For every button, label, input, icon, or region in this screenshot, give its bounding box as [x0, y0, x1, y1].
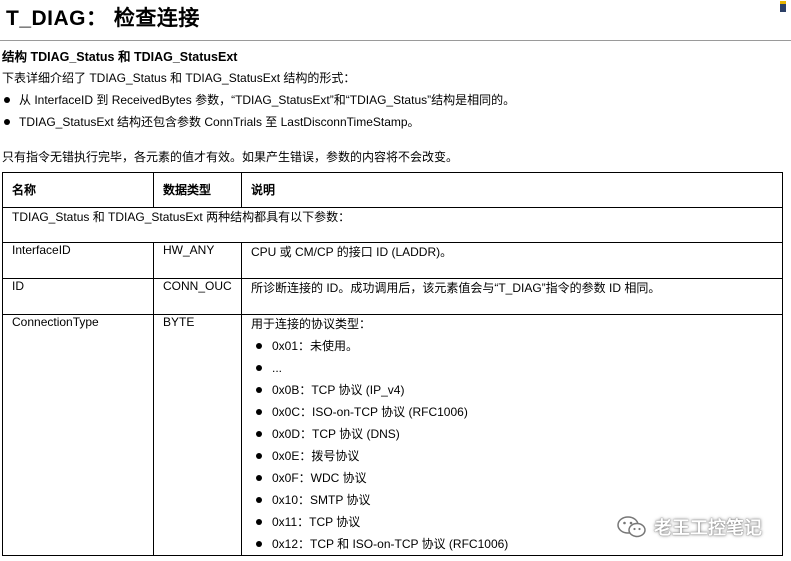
list-item-text: 0x11：TCP 协议 — [272, 515, 361, 529]
list-item: 0x0E：拨号协议 — [251, 445, 782, 467]
bullet-icon — [256, 343, 262, 350]
list-item-text: 0x0B：TCP 协议 (IP_v4) — [272, 383, 405, 397]
watermark-text: 老王工控笔记 — [654, 518, 762, 538]
table-row: InterfaceID HW_ANY CPU 或 CM/CP 的接口 ID (L… — [2, 242, 783, 279]
list-item-text: 0x0D：TCP 协议 (DNS) — [272, 427, 400, 441]
list-item: ... — [251, 357, 782, 379]
list-item: 0x0B：TCP 协议 (IP_v4) — [251, 379, 782, 401]
watermark: 老王工控笔记 — [616, 509, 762, 545]
cell-description: 所诊断连接的 ID。成功调用后，该元素值会与“T_DIAG”指令的参数 ID 相… — [241, 278, 783, 315]
table-row: TDIAG_Status 和 TDIAG_StatusExt 两种结构都具有以下… — [2, 207, 783, 243]
cell-description: CPU 或 CM/CP 的接口 ID (LADDR)。 — [241, 242, 783, 279]
bullet-icon — [256, 541, 262, 548]
cell-name: InterfaceID — [2, 242, 154, 279]
table-header-row: 名称 数据类型 说明 — [2, 172, 783, 208]
bullet-item: 从 InterfaceID 到 ReceivedBytes 参数，“TDIAG_… — [2, 91, 515, 108]
cell-name: ConnectionType — [2, 314, 154, 556]
bullet-icon — [256, 475, 262, 482]
span-row-cell: TDIAG_Status 和 TDIAG_StatusExt 两种结构都具有以下… — [2, 207, 783, 243]
bullet-icon — [4, 119, 10, 126]
title-divider — [0, 40, 791, 41]
bullet-icon — [256, 409, 262, 416]
bullet-text: TDIAG_StatusExt 结构还包含参数 ConnTrials 至 Las… — [19, 115, 420, 129]
bullet-item: TDIAG_StatusExt 结构还包含参数 ConnTrials 至 Las… — [2, 113, 420, 130]
list-item-text: 0x01：未使用。 — [272, 339, 359, 353]
list-item: 0x10：SMTP 协议 — [251, 489, 782, 511]
column-header-description: 说明 — [241, 172, 783, 208]
connection-type-intro: 用于连接的协议类型： — [251, 317, 372, 331]
column-header-name: 名称 — [2, 172, 154, 208]
intro-text: 下表详细介绍了 TDIAG_Status 和 TDIAG_StatusExt 结… — [2, 71, 356, 85]
bullet-icon — [256, 431, 262, 438]
scrollbar-thumb[interactable] — [780, 1, 786, 12]
bullet-icon — [256, 365, 262, 372]
cell-type: HW_ANY — [153, 242, 242, 279]
list-item-text: 0x10：SMTP 协议 — [272, 493, 371, 507]
list-item: 0x0C：ISO-on-TCP 协议 (RFC1006) — [251, 401, 782, 423]
list-item-text: 0x12：TCP 和 ISO-on-TCP 协议 (RFC1006) — [272, 537, 509, 551]
parameters-table: 名称 数据类型 说明 TDIAG_Status 和 TDIAG_StatusEx… — [2, 172, 783, 556]
wechat-icon — [616, 515, 648, 539]
page-title: T_DIAG： 检查连接 — [6, 7, 200, 30]
column-header-datatype: 数据类型 — [153, 172, 242, 208]
bullet-icon — [256, 387, 262, 394]
cell-name: ID — [2, 278, 154, 315]
bullet-icon — [256, 497, 262, 504]
list-item-text: 0x0F：WDC 协议 — [272, 471, 367, 485]
cell-type: CONN_OUC — [153, 278, 242, 315]
section-heading: 结构 TDIAG_Status 和 TDIAG_StatusExt — [2, 50, 238, 64]
bullet-text: 从 InterfaceID 到 ReceivedBytes 参数，“TDIAG_… — [19, 93, 516, 107]
list-item: 0x0D：TCP 协议 (DNS) — [251, 423, 782, 445]
list-item-text: ... — [272, 361, 283, 375]
bullet-icon — [256, 453, 262, 460]
list-item-text: 0x0C：ISO-on-TCP 协议 (RFC1006) — [272, 405, 468, 419]
bullet-icon — [256, 519, 262, 526]
cell-type: BYTE — [153, 314, 242, 556]
list-item-text: 0x0E：拨号协议 — [272, 449, 360, 463]
list-item: 0x01：未使用。 — [251, 335, 782, 357]
list-item: 0x0F：WDC 协议 — [251, 467, 782, 489]
bullet-icon — [4, 97, 10, 104]
table-row: ID CONN_OUC 所诊断连接的 ID。成功调用后，该元素值会与“T_DIA… — [2, 278, 783, 315]
validity-note: 只有指令无错执行完毕，各元素的值才有效。如果产生错误，参数的内容将不会改变。 — [2, 150, 459, 164]
